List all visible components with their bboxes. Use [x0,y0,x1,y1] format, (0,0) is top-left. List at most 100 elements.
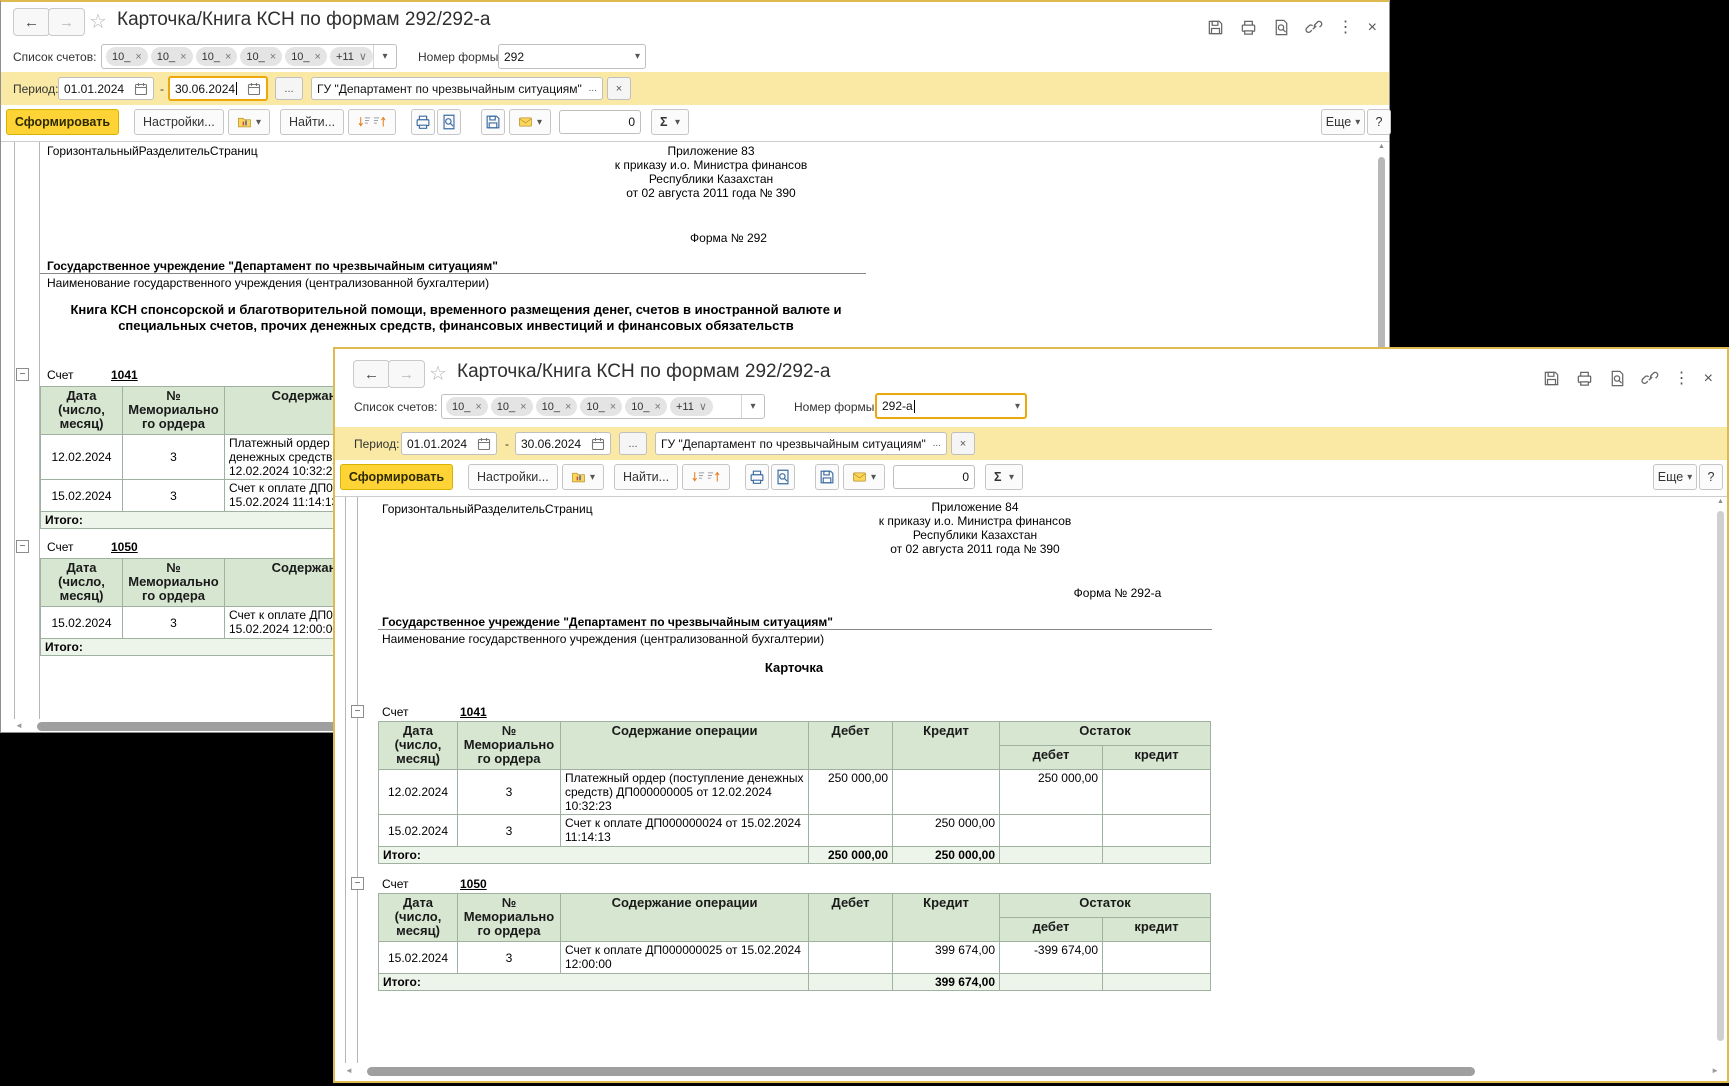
account-tag[interactable]: 10_× [106,47,148,66]
print-preview-button[interactable] [771,464,795,490]
save-icon[interactable] [1542,369,1561,388]
choose-icon[interactable]: ... [929,438,941,449]
print-icon[interactable] [1239,18,1258,37]
sort-buttons[interactable] [348,109,396,135]
help-button[interactable]: ? [1699,464,1723,490]
more-tags-pill[interactable]: +11∨ [330,47,373,66]
kebab-menu-icon[interactable]: ⋮ [1338,18,1354,37]
more-button[interactable]: Еще▾ [1653,464,1697,490]
organization-clear-button[interactable]: × [607,77,631,100]
date-from-input[interactable]: 01.01.2024 [58,77,154,100]
form-number-input[interactable]: 292▾ [498,44,646,69]
more-button[interactable]: Еще▾ [1321,109,1365,135]
close-icon[interactable]: × [1704,369,1713,388]
tag-close-icon[interactable]: × [180,51,186,63]
favorite-star-icon[interactable]: ☆ [429,361,447,386]
account-tag[interactable]: 10_× [285,47,327,66]
print-preview-button[interactable] [437,109,461,135]
tag-close-icon[interactable]: × [315,51,321,63]
organization-input[interactable]: ГУ "Департамент по чрезвычайным ситуация… [655,432,947,455]
more-tags-pill[interactable]: +11∨ [670,397,713,416]
sort-buttons[interactable] [682,464,730,490]
sort-ascending-icon[interactable] [706,468,721,486]
send-mail-button[interactable]: ▾ [843,464,885,490]
counter-input[interactable]: 0 [559,110,641,134]
settings-button[interactable]: Настройки... [468,464,558,490]
collapse-group-button[interactable]: − [16,368,29,381]
sort-descending-icon[interactable] [691,468,706,486]
sum-button[interactable]: Σ▾ [651,109,689,135]
settings-button[interactable]: Настройки... [134,109,224,135]
sum-button[interactable]: Σ▾ [985,464,1023,490]
back-button[interactable]: ← [13,8,50,36]
account-tag[interactable]: 10_× [625,397,667,416]
accounts-tag-field[interactable]: 10_× 10_× 10_× 10_× 10_× +11∨ ▾ [441,394,765,419]
link-icon[interactable] [1305,18,1324,37]
period-options-button[interactable]: ... [275,77,303,100]
report-variants-button[interactable]: ▾ [228,109,270,135]
save-report-button[interactable] [481,109,505,135]
accounts-tag-field[interactable]: 10_× 10_× 10_× 10_× 10_× +11∨ ▾ [101,44,397,69]
favorite-star-icon[interactable]: ☆ [89,9,107,34]
kebab-menu-icon[interactable]: ⋮ [1674,369,1690,388]
tag-close-icon[interactable]: × [565,401,571,413]
tag-close-icon[interactable]: × [610,401,616,413]
save-report-button[interactable] [815,464,839,490]
forward-button[interactable]: → [388,360,425,388]
counter-input[interactable]: 0 [893,465,975,489]
tag-close-icon[interactable]: × [225,51,231,63]
find-button[interactable]: Найти... [614,464,678,490]
account-tag[interactable]: 10_× [491,397,533,416]
period-options-button[interactable]: ... [619,432,647,455]
forward-button[interactable]: → [48,8,85,36]
generate-button[interactable]: Сформировать [6,109,119,135]
print-button[interactable] [745,464,769,490]
save-icon[interactable] [1206,18,1225,37]
collapse-group-button[interactable]: − [351,877,364,890]
close-icon[interactable]: × [1368,18,1377,37]
tag-close-icon[interactable]: × [135,51,141,63]
tag-close-icon[interactable]: × [655,401,661,413]
find-button[interactable]: Найти... [280,109,344,135]
link-icon[interactable] [1641,369,1660,388]
dropdown-icon[interactable]: ▾ [1011,401,1020,412]
tag-close-icon[interactable]: × [475,401,481,413]
find-in-document-icon[interactable] [1608,369,1627,388]
send-mail-button[interactable]: ▾ [509,109,551,135]
organization-clear-button[interactable]: × [951,432,975,455]
account-tag[interactable]: 10_× [446,397,488,416]
scroll-up-icon[interactable]: ▲ [1377,143,1386,150]
print-button[interactable] [411,109,435,135]
collapse-group-button[interactable]: − [351,705,364,718]
collapse-group-button[interactable]: − [16,540,29,553]
find-in-document-icon[interactable] [1272,18,1291,37]
scroll-up-icon[interactable]: ▲ [1716,498,1725,505]
date-to-input[interactable]: 30.06.2024 [168,76,268,101]
scrollbar-thumb[interactable] [1717,511,1724,1041]
sort-ascending-icon[interactable] [372,113,387,131]
calendar-icon[interactable] [130,82,148,96]
scroll-right-icon[interactable]: ► [1711,1066,1719,1075]
scroll-left-icon[interactable]: ◄ [345,1066,353,1075]
sort-descending-icon[interactable] [357,113,372,131]
choose-icon[interactable]: ... [585,83,597,94]
back-button[interactable]: ← [353,360,390,388]
calendar-icon[interactable] [473,437,491,451]
dropdown-icon[interactable]: ▾ [631,51,640,62]
calendar-icon[interactable] [243,82,261,96]
account-tag[interactable]: 10_× [536,397,578,416]
help-button[interactable]: ? [1367,109,1391,135]
report-variants-button[interactable]: ▾ [562,464,604,490]
calendar-icon[interactable] [587,437,605,451]
generate-button[interactable]: Сформировать [340,464,453,490]
scrollbar-thumb[interactable] [367,1067,1475,1076]
vertical-scrollbar[interactable]: ▲ [1716,498,1725,1060]
account-tag[interactable]: 10_× [196,47,238,66]
date-to-input[interactable]: 30.06.2024 [515,432,611,455]
scroll-left-icon[interactable]: ◄ [15,721,23,730]
account-tag[interactable]: 10_× [580,397,622,416]
accounts-dropdown-button[interactable]: ▾ [741,395,764,418]
accounts-dropdown-button[interactable]: ▾ [373,45,396,68]
account-tag[interactable]: 10_× [151,47,193,66]
tag-close-icon[interactable]: × [270,51,276,63]
